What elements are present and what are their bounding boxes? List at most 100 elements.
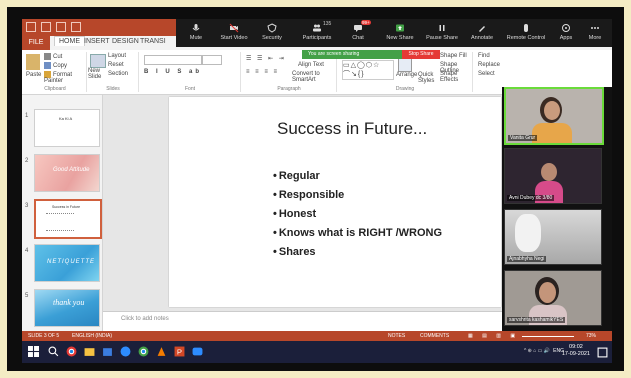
participant-video[interactable]: Vanita Grur: [504, 87, 604, 145]
slides-label: Slides: [106, 86, 120, 92]
new-slide-button[interactable]: New Slide: [88, 68, 108, 80]
tab-design[interactable]: DESIGN: [112, 38, 139, 45]
participant-video[interactable]: Ajnabhyha Negi: [504, 209, 602, 265]
participants-icon: [313, 24, 321, 32]
slides-group: New Slide Layout Reset Section Slides: [88, 52, 139, 92]
slide-bullets[interactable]: Regular Responsible Honest Knows what is…: [273, 167, 442, 262]
security-button[interactable]: Security: [252, 19, 292, 47]
copy-button[interactable]: Copy: [44, 62, 67, 69]
zoom-level[interactable]: 73%: [586, 333, 596, 339]
notifications-icon[interactable]: [597, 347, 608, 358]
layout-button[interactable]: Layout: [108, 53, 126, 59]
slide-thumbnail-4[interactable]: NETIQUETTE: [34, 244, 100, 282]
zoom-meeting-icon[interactable]: [192, 346, 203, 357]
copy-label: Copy: [53, 63, 68, 70]
pause-share-button[interactable]: Pause Share: [422, 19, 462, 47]
powerpoint-icon[interactable]: P: [174, 346, 185, 357]
annotate-button[interactable]: Annotate: [462, 19, 502, 47]
notes-button[interactable]: NOTES: [388, 333, 405, 339]
vlc-icon[interactable]: [156, 346, 167, 357]
chat-label: Chat: [352, 35, 364, 41]
undo-icon[interactable]: [41, 22, 51, 32]
slide-thumbnail-1[interactable]: Ka Ki A: [34, 109, 100, 147]
taskbar-clock[interactable]: 09:02 17-09-2021: [562, 344, 590, 358]
slide-thumbnail-5[interactable]: thank you: [34, 289, 100, 327]
comments-button[interactable]: COMMENTS: [420, 333, 449, 339]
arrange-button[interactable]: Arrange: [396, 72, 417, 78]
participant-video[interactable]: sarvshrita kashamikYES: [504, 270, 602, 326]
tab-insert[interactable]: INSERT: [84, 38, 110, 45]
slide-thumbnails-pane[interactable]: 1 Ka Ki A 2 Good Attitude 3 Success in F…: [22, 95, 103, 331]
store-icon[interactable]: [102, 346, 113, 357]
present-icon[interactable]: [71, 22, 81, 32]
start-video-button[interactable]: Start Video: [214, 19, 254, 47]
remote-control-button[interactable]: Remote Control: [502, 19, 550, 47]
shapes-gallery[interactable]: ▭△◯⬡☆ ⌒↘{}: [342, 60, 394, 80]
apps-icon: [562, 24, 570, 32]
save-icon[interactable]: [26, 22, 36, 32]
chrome-icon[interactable]: [138, 346, 149, 357]
slide-thumbnail-2[interactable]: Good Attitude: [34, 154, 100, 192]
bullet-item: Honest: [273, 205, 442, 224]
slide-thumbnail-3[interactable]: Success in Future: [34, 199, 102, 239]
file-explorer-icon[interactable]: [84, 346, 95, 357]
find-button[interactable]: Find: [478, 53, 490, 59]
microphone-icon: [192, 24, 200, 31]
chrome-icon[interactable]: [66, 346, 77, 357]
tab-file[interactable]: FILE: [22, 36, 50, 50]
format-painter-button[interactable]: Format Painter: [44, 71, 86, 84]
pause-icon: [439, 25, 445, 31]
align-buttons[interactable]: ≡ ≡ ≡ ≡: [246, 69, 279, 75]
reset-button[interactable]: Reset: [108, 62, 124, 68]
font-name-select[interactable]: [144, 55, 202, 65]
shape-effects-button[interactable]: Shape Effects: [440, 71, 472, 83]
quick-styles-button[interactable]: Quick Styles: [418, 72, 440, 84]
editing-group: Find Replace Select: [474, 52, 514, 92]
replace-button[interactable]: Replace: [478, 62, 500, 68]
new-share-button[interactable]: New Share: [380, 19, 420, 47]
chat-button[interactable]: Chat 99+: [338, 19, 378, 47]
stop-share-button[interactable]: Stop Share: [402, 50, 440, 59]
clock-time: 09:02: [569, 344, 583, 350]
quick-access-toolbar: [26, 22, 96, 33]
section-button[interactable]: Section: [108, 71, 128, 77]
more-button[interactable]: More: [578, 19, 612, 47]
font-label: Font: [184, 86, 195, 92]
align-text-button[interactable]: Align Text: [298, 62, 324, 68]
cut-button[interactable]: Cut: [44, 53, 62, 60]
paste-icon[interactable]: [26, 54, 40, 70]
participant-face: [544, 101, 560, 120]
list-buttons[interactable]: ☰ ☰ ⇤ ⇥: [246, 55, 286, 62]
paragraph-label: Paragraph: [277, 86, 301, 92]
zoom-app-icon[interactable]: [120, 346, 131, 357]
drawing-label: Drawing: [395, 86, 415, 92]
font-format-buttons[interactable]: B I U S ab: [144, 69, 202, 75]
view-buttons[interactable]: ▦ ▤ ▥ ▣: [468, 333, 519, 339]
new-slide-icon[interactable]: [90, 54, 106, 68]
slide-title[interactable]: Success in Future...: [277, 119, 427, 139]
language-indicator[interactable]: ENGLISH (INDIA): [72, 333, 112, 339]
participant-video[interactable]: Avni Dubey dc 3/80: [504, 148, 602, 204]
convert-smartart-button[interactable]: Convert to SmartArt: [292, 71, 336, 83]
mouse-icon: [524, 24, 528, 32]
tab-transitions[interactable]: TRANSI: [140, 38, 166, 45]
more-icon: [591, 27, 599, 29]
search-icon[interactable]: [48, 346, 59, 357]
redo-icon[interactable]: [56, 22, 66, 32]
zoom-slider[interactable]: [522, 336, 574, 337]
mute-button[interactable]: Mute: [176, 19, 216, 47]
participant-blur: [515, 214, 541, 252]
paste-button[interactable]: Paste: [26, 72, 41, 78]
font-size-select[interactable]: [202, 55, 222, 65]
arrange-icon[interactable]: [398, 58, 412, 72]
notes-pane[interactable]: Click to add notes: [103, 311, 523, 332]
shape-fill-button[interactable]: Shape Fill: [440, 53, 467, 59]
system-tray[interactable]: ^ ⊕ ⌂ ▭ 🔊: [524, 348, 550, 354]
select-button[interactable]: Select: [478, 71, 495, 77]
tab-home[interactable]: HOME: [54, 36, 85, 46]
participants-button[interactable]: Participants 135: [294, 19, 340, 47]
powerpoint-status-bar: SLIDE 3 OF 5 ENGLISH (INDIA) NOTES COMME…: [22, 331, 612, 341]
windows-start-icon[interactable]: [28, 346, 39, 357]
participant-face: [539, 282, 556, 303]
current-slide[interactable]: Success in Future... Regular Responsible…: [169, 97, 501, 307]
